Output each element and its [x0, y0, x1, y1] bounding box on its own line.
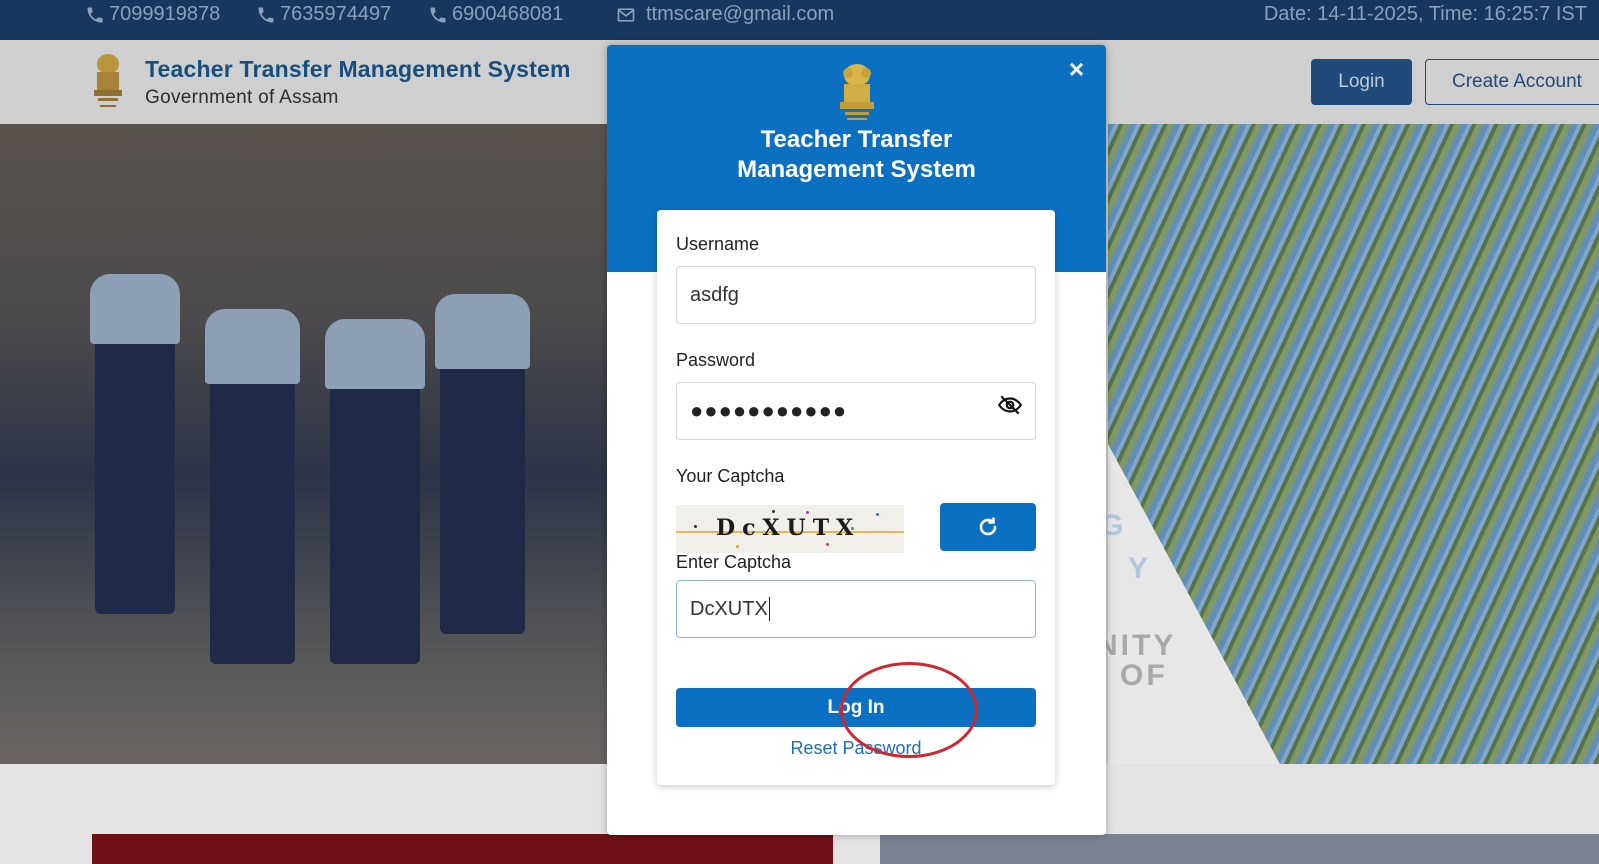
captcha-label: Your Captcha: [676, 466, 785, 486]
hero-text-fragment: Y: [1128, 552, 1149, 585]
modal-title-line-2: Management System: [737, 156, 976, 183]
phone-icon: [258, 7, 274, 22]
eye-slash-icon[interactable]: [997, 392, 1023, 418]
contact-email[interactable]: ttmscare@gmail.com: [616, 3, 834, 26]
login-form: Username asdfg Password ●●●●●●●●●●● Your…: [657, 210, 1055, 785]
contact-phone-3: 6900468081: [428, 3, 563, 26]
phone-number: 7635974497: [280, 3, 392, 25]
site-subtitle: Government of Assam: [145, 87, 339, 108]
login-modal: × Teacher Transfer Management System Use…: [607, 45, 1106, 835]
close-icon[interactable]: ×: [1069, 55, 1084, 83]
hero-text-fragment: NITY: [1096, 629, 1177, 662]
state-emblem-icon: [840, 64, 874, 120]
top-contact-bar: 7099919878 7635974497 6900468081 ttmscar…: [0, 0, 1599, 40]
phone-icon: [87, 7, 103, 22]
hero-image-students: [0, 124, 608, 764]
password-input[interactable]: ●●●●●●●●●●●: [676, 382, 1036, 440]
password-mask: ●●●●●●●●●●●: [690, 398, 848, 423]
email-address[interactable]: ttmscare@gmail.com: [646, 3, 834, 26]
mail-icon: [617, 7, 635, 22]
refresh-captcha-button[interactable]: [940, 503, 1036, 551]
captcha-text: DcXUTX: [716, 515, 861, 541]
feature-card-red: [92, 834, 833, 864]
captcha-image: DcXUTX: [676, 505, 904, 553]
state-emblem-icon: [94, 54, 122, 107]
username-input[interactable]: asdfg: [676, 266, 1036, 324]
create-account-button[interactable]: Create Account: [1425, 59, 1599, 105]
captcha-input-value: DcXUTX: [690, 597, 768, 620]
modal-title-line-1: Teacher Transfer: [760, 126, 953, 153]
reset-password-link[interactable]: Reset Password: [657, 738, 1055, 759]
date-time-display: Date: 14-11-2025, Time: 16:25:7 IST: [1263, 3, 1587, 25]
username-value: asdfg: [690, 283, 739, 306]
refresh-icon: [979, 517, 997, 536]
hero-image-assembly: [1108, 124, 1599, 764]
enter-captcha-label: Enter Captcha: [676, 552, 792, 572]
phone-number: 7099919878: [109, 3, 221, 25]
username-label: Username: [676, 234, 760, 254]
captcha-input[interactable]: DcXUTX: [676, 580, 1036, 638]
phone-number: 6900468081: [452, 3, 564, 25]
contact-phone-1: 7099919878: [85, 3, 220, 26]
feature-card-grey: [880, 834, 1599, 864]
login-submit-button[interactable]: Log In: [676, 688, 1036, 727]
hero-text-fragment: OF: [1120, 659, 1168, 692]
contact-phone-2: 7635974497: [256, 3, 391, 26]
phone-icon: [430, 7, 446, 22]
password-label: Password: [676, 350, 756, 370]
header-login-button[interactable]: Login: [1311, 59, 1412, 105]
site-title: Teacher Transfer Management System: [145, 56, 571, 82]
